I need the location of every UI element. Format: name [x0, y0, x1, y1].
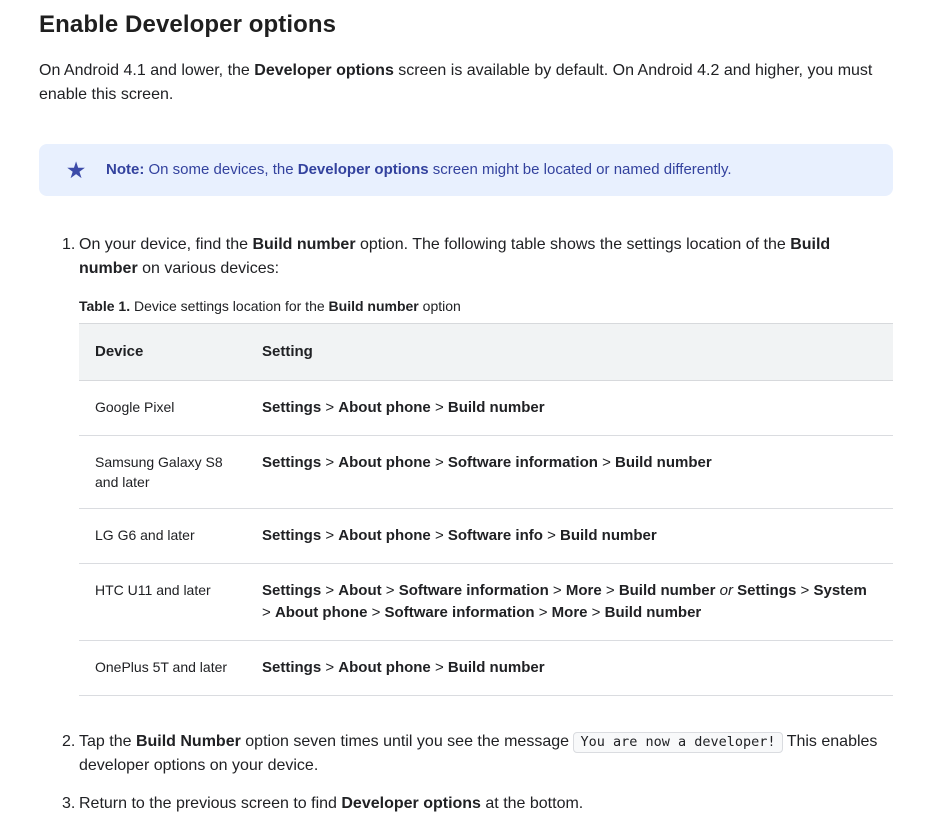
- setting-cell: Settings > About > Software information …: [246, 564, 893, 641]
- device-cell: Samsung Galaxy S8 and later: [79, 436, 246, 509]
- setting-cell: Settings > About phone > Build number: [246, 381, 893, 436]
- list-item-marker: 3.: [62, 792, 79, 816]
- device-cell: HTC U11 and later: [79, 564, 246, 641]
- table-row: Samsung Galaxy S8 and laterSettings > Ab…: [79, 436, 893, 509]
- list-item-text: Tap the Build Number option seven times …: [79, 730, 893, 778]
- column-header-device: Device: [79, 324, 246, 381]
- table-row: LG G6 and laterSettings > About phone > …: [79, 509, 893, 564]
- table-row: OnePlus 5T and laterSettings > About pho…: [79, 641, 893, 696]
- column-header-setting: Setting: [246, 324, 893, 381]
- ordered-list: 1. On your device, find the Build number…: [39, 233, 893, 816]
- note-text: Note: On some devices, the Developer opt…: [106, 158, 732, 182]
- device-cell: OnePlus 5T and later: [79, 641, 246, 696]
- device-settings-table: Device Setting Google PixelSettings > Ab…: [79, 323, 893, 696]
- list-item-text: On your device, find the Build number op…: [79, 233, 893, 281]
- note-callout: ★ Note: On some devices, the Developer o…: [39, 144, 893, 196]
- list-item: 2. Tap the Build Number option seven tim…: [39, 730, 893, 778]
- device-cell: Google Pixel: [79, 381, 246, 436]
- list-item-text: Return to the previous screen to find De…: [79, 792, 893, 816]
- table-row: Google PixelSettings > About phone > Bui…: [79, 381, 893, 436]
- setting-cell: Settings > About phone > Build number: [246, 641, 893, 696]
- list-item: 1. On your device, find the Build number…: [39, 233, 893, 696]
- star-icon: ★: [65, 159, 87, 182]
- device-cell: LG G6 and later: [79, 509, 246, 564]
- setting-cell: Settings > About phone > Software inform…: [246, 436, 893, 509]
- intro-paragraph: On Android 4.1 and lower, the Developer …: [39, 59, 893, 107]
- table-header-row: Device Setting: [79, 324, 893, 381]
- list-item: 3. Return to the previous screen to find…: [39, 792, 893, 816]
- page-title: Enable Developer options: [39, 10, 893, 40]
- setting-cell: Settings > About phone > Software info >…: [246, 509, 893, 564]
- table-row: HTC U11 and laterSettings > About > Soft…: [79, 564, 893, 641]
- table-caption: Table 1. Device settings location for th…: [79, 297, 893, 315]
- list-item-marker: 1.: [62, 233, 79, 696]
- list-item-marker: 2.: [62, 730, 79, 778]
